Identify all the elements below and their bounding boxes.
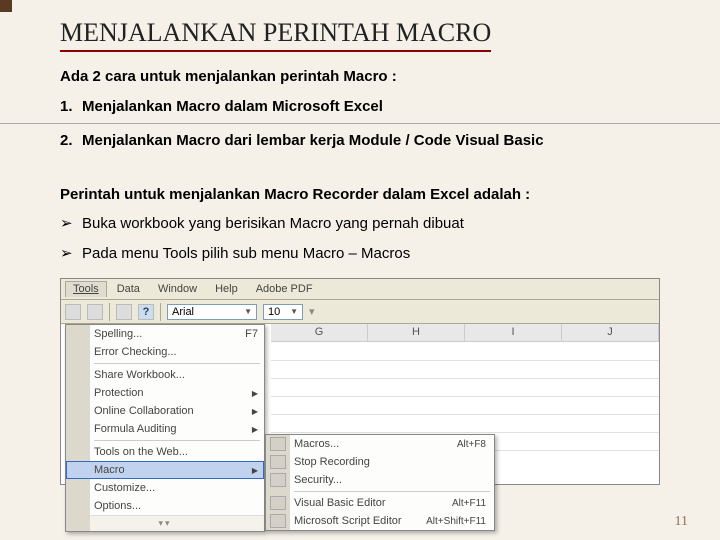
play-icon: [270, 437, 286, 451]
column-headers: G H I J: [271, 324, 659, 342]
font-size-select[interactable]: 10▼: [263, 304, 303, 320]
menu-protection[interactable]: Protection▶: [66, 384, 264, 402]
list-num: 1.: [60, 94, 82, 120]
submenu-script-editor[interactable]: Microsoft Script EditorAlt+Shift+F11: [266, 512, 494, 530]
col-header[interactable]: H: [368, 324, 465, 341]
submenu-macros[interactable]: Macros...Alt+F8: [266, 435, 494, 453]
bullet-item: Pada menu Tools pilih sub menu Macro – M…: [82, 241, 660, 267]
menu-customize[interactable]: Customize...: [66, 479, 264, 497]
excel-screenshot: Tools Data Window Help Adobe PDF ? Arial…: [60, 278, 660, 485]
toolbar-sep: [160, 303, 161, 321]
menu-macro[interactable]: Macro▶: [66, 461, 264, 479]
menu-window[interactable]: Window: [150, 281, 205, 297]
menu-spelling[interactable]: Spelling...F7: [66, 325, 264, 343]
submenu-arrow-icon: ▶: [252, 466, 258, 475]
menu-separator: [94, 440, 260, 441]
chevron-down-icon: ▼: [290, 307, 298, 316]
menu-expand[interactable]: ▾▾: [66, 515, 264, 531]
bullet-item: Buka workbook yang berisikan Macro yang …: [82, 211, 660, 237]
font-name-select[interactable]: Arial▼: [167, 304, 257, 320]
stop-icon: [270, 455, 286, 469]
help-icon[interactable]: ?: [138, 304, 154, 320]
list-item: Menjalankan Macro dalam Microsoft Excel: [82, 94, 660, 120]
bullet-icon: ➢: [60, 211, 82, 237]
menu-separator: [94, 363, 260, 364]
vb-icon: [270, 496, 286, 510]
bullet-icon: ➢: [60, 241, 82, 267]
submenu-vbe[interactable]: Visual Basic EditorAlt+F11: [266, 494, 494, 512]
menu-online-collab[interactable]: Online Collaboration▶: [66, 402, 264, 420]
workarea: G H I J Spelling...F7 Error Checking... …: [61, 324, 659, 484]
menu-help[interactable]: Help: [207, 281, 246, 297]
shield-icon: [270, 473, 286, 487]
slide-title: MENJALANKAN PERINTAH MACRO: [60, 18, 491, 52]
menu-formula-auditing[interactable]: Formula Auditing▶: [66, 420, 264, 438]
toolbar: ? Arial▼ 10▼ ▾: [61, 300, 659, 324]
chevron-down-icon: ▼: [244, 307, 252, 316]
toolbar-icon[interactable]: [87, 304, 103, 320]
submenu-security[interactable]: Security...: [266, 471, 494, 489]
menu-tools-web[interactable]: Tools on the Web...: [66, 443, 264, 461]
col-header[interactable]: G: [271, 324, 368, 341]
page-number: 11: [675, 514, 688, 530]
toolbar-sep: [109, 303, 110, 321]
menu-error-checking[interactable]: Error Checking...: [66, 343, 264, 361]
menu-options[interactable]: Options...: [66, 497, 264, 515]
tools-dropdown: Spelling...F7 Error Checking... Share Wo…: [65, 324, 265, 532]
menu-tools[interactable]: Tools: [65, 281, 107, 297]
menu-share-workbook[interactable]: Share Workbook...: [66, 366, 264, 384]
submenu-stop-recording[interactable]: Stop Recording: [266, 453, 494, 471]
submenu-arrow-icon: ▶: [252, 389, 258, 398]
menu-data[interactable]: Data: [109, 281, 148, 297]
col-header[interactable]: I: [465, 324, 562, 341]
list-item: Menjalankan Macro dari lembar kerja Modu…: [82, 128, 660, 154]
menu-separator: [294, 491, 490, 492]
toolbar-icon[interactable]: [65, 304, 81, 320]
menubar: Tools Data Window Help Adobe PDF: [61, 279, 659, 300]
list-num: 2.: [60, 128, 82, 154]
toolbar-icon[interactable]: [116, 304, 132, 320]
script-icon: [270, 514, 286, 528]
menu-adobe[interactable]: Adobe PDF: [248, 281, 321, 297]
intro-text: Ada 2 cara untuk menjalankan perintah Ma…: [60, 64, 660, 90]
slide: MENJALANKAN PERINTAH MACRO Ada 2 cara un…: [0, 0, 720, 485]
submenu-arrow-icon: ▶: [252, 425, 258, 434]
corner-decor: [0, 0, 12, 12]
content-block: Ada 2 cara untuk menjalankan perintah Ma…: [60, 64, 660, 266]
submenu-arrow-icon: ▶: [252, 407, 258, 416]
divider: [0, 123, 720, 124]
col-header[interactable]: J: [562, 324, 659, 341]
para2: Perintah untuk menjalankan Macro Recorde…: [60, 182, 660, 208]
macro-submenu: Macros...Alt+F8 Stop Recording Security.…: [265, 434, 495, 531]
